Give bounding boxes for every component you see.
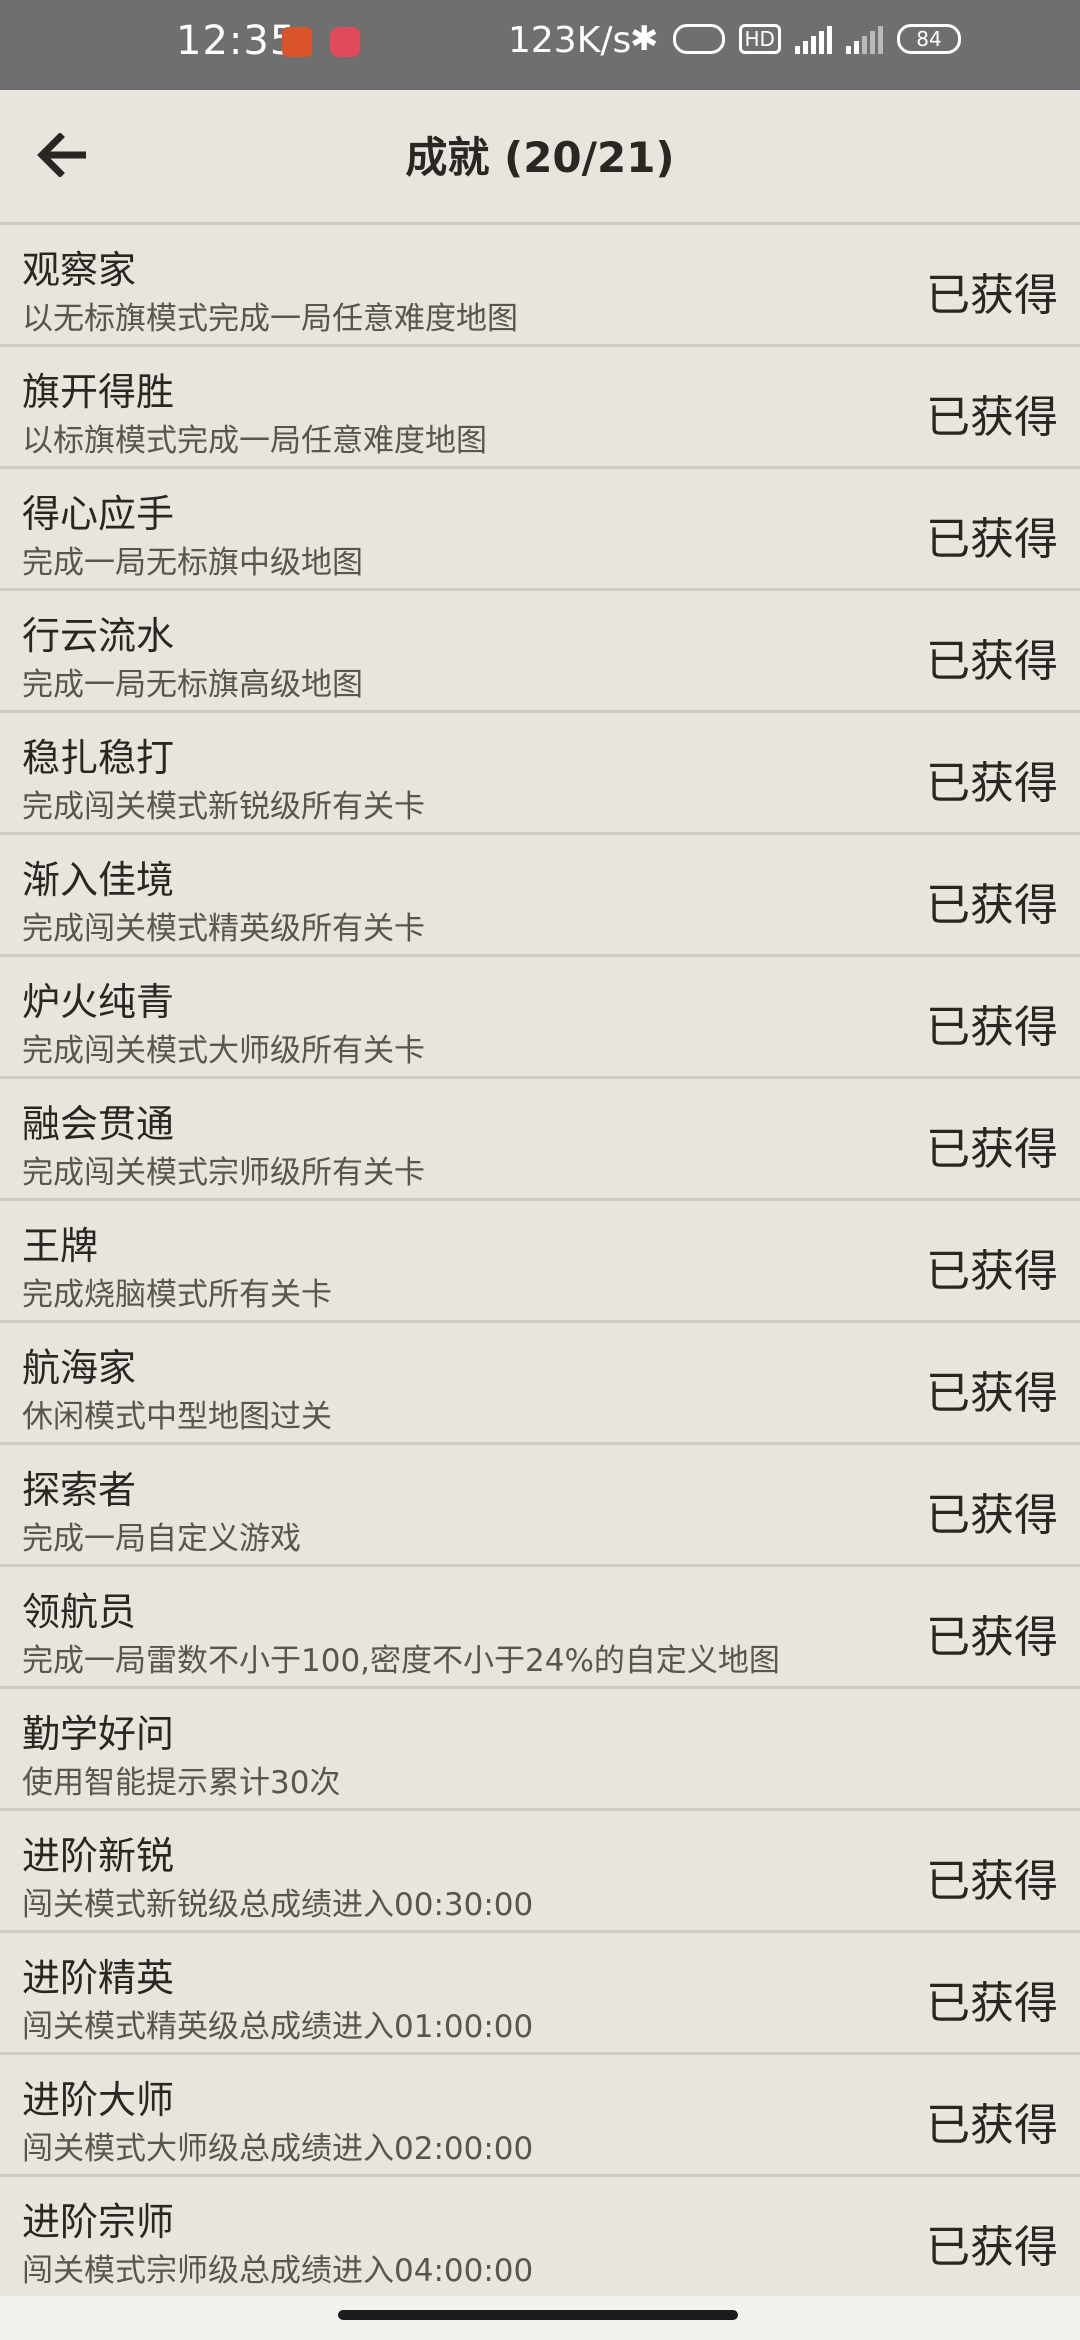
achievement-row: 稳扎稳打完成闯关模式新锐级所有关卡 已获得 bbox=[0, 713, 1080, 835]
status-bar: 12:35 123K/s ✱ HD 84 bbox=[0, 0, 1080, 90]
achievement-list: 观察家 以无标旗模式完成一局任意难度地图 已获得 旗开得胜 以标旗模式完成一局任意难度地… bbox=[0, 225, 1080, 2299]
achievement-description: 以无标旗模式完成一局任意难度地图 bbox=[22, 301, 518, 337]
achievement-description: 使用智能提示累计30次 bbox=[22, 1765, 341, 1801]
achievement-status: 已获得 bbox=[926, 2100, 1058, 2151]
achievement-title: 进阶大师 bbox=[22, 2078, 175, 2122]
achievement-status: 已获得 bbox=[926, 1612, 1058, 1663]
achievement-description: 闯关模式宗师级总成绩进入04:00:00 bbox=[22, 2253, 534, 2289]
achievement-title: 勤学好问 bbox=[22, 1712, 175, 1756]
home-indicator[interactable] bbox=[338, 2310, 738, 2320]
achievement-row: 王牌完成烧脑模式所有关卡 已获得 bbox=[0, 1201, 1080, 1323]
achievement-row: 炉火纯青完成闯关模式大师级所有关卡 已获得 bbox=[0, 957, 1080, 1079]
achievement-title: 进阶新锐 bbox=[22, 1834, 175, 1878]
status-icons: ✱ HD 84 bbox=[630, 22, 961, 56]
achievement-title: 稳扎稳打 bbox=[22, 736, 175, 780]
achievement-title: 进阶宗师 bbox=[22, 2200, 175, 2244]
vibrate-icon bbox=[672, 24, 725, 54]
achievement-row: 勤学好问使用智能提示累计30次 bbox=[0, 1689, 1080, 1811]
achievement-title: 进阶精英 bbox=[22, 1956, 175, 2000]
achievement-description: 以标旗模式完成一局任意难度地图 bbox=[22, 423, 487, 459]
achievement-title: 领航员 bbox=[22, 1590, 137, 1634]
achievement-status: 已获得 bbox=[926, 1978, 1058, 2029]
achievement-description: 完成闯关模式宗师级所有关卡 bbox=[22, 1155, 425, 1191]
achievement-status: 已获得 bbox=[926, 2222, 1058, 2273]
achievement-description: 完成一局雷数不小于100,密度不小于24%的自定义地图 bbox=[22, 1643, 780, 1679]
app-bar: 成就 (20/21) bbox=[0, 90, 1080, 225]
achievement-row: 领航员完成一局雷数不小于100,密度不小于24%的自定义地图 已获得 bbox=[0, 1567, 1080, 1689]
achievement-status: 已获得 bbox=[926, 758, 1058, 809]
achievement-row: 得心应手完成一局无标旗中级地图 已获得 bbox=[0, 469, 1080, 591]
achievement-status: 已获得 bbox=[926, 1368, 1058, 1419]
achievement-row: 行云流水完成一局无标旗高级地图 已获得 bbox=[0, 591, 1080, 713]
achievement-status: 已获得 bbox=[926, 392, 1058, 443]
battery-icon: 84 bbox=[896, 24, 961, 54]
achievement-status: 已获得 bbox=[926, 1490, 1058, 1541]
page-title: 成就 (20/21) bbox=[405, 133, 675, 182]
achievement-row: 航海家休闲模式中型地图过关 已获得 bbox=[0, 1323, 1080, 1445]
achievement-row: 进阶宗师闯关模式宗师级总成绩进入04:00:00 已获得 bbox=[0, 2177, 1080, 2299]
achievement-status: 已获得 bbox=[926, 1246, 1058, 1297]
achievement-title: 融会贯通 bbox=[22, 1102, 175, 1146]
achievement-row: 观察家以无标旗模式完成一局任意难度地图 已获得 bbox=[0, 225, 1080, 347]
achievement-title: 行云流水 bbox=[22, 614, 175, 658]
achievement-title: 渐入佳境 bbox=[22, 858, 175, 902]
achievement-description: 休闲模式中型地图过关 bbox=[22, 1399, 332, 1435]
achievement-title: 炉火纯青 bbox=[22, 980, 175, 1024]
achievement-row: 融会贯通完成闯关模式宗师级所有关卡 已获得 bbox=[0, 1079, 1080, 1201]
achievement-description: 闯关模式大师级总成绩进入02:00:00 bbox=[22, 2131, 534, 2167]
achievement-description: 闯关模式精英级总成绩进入01:00:00 bbox=[22, 2009, 534, 2045]
achievement-status: 已获得 bbox=[926, 1856, 1058, 1907]
network-speed: 123K/s bbox=[508, 20, 632, 61]
achievement-status: 已获得 bbox=[926, 1002, 1058, 1053]
achievement-description: 完成一局自定义游戏 bbox=[22, 1521, 301, 1557]
achievement-title: 王牌 bbox=[22, 1224, 99, 1268]
achievement-row: 进阶新锐闯关模式新锐级总成绩进入00:30:00 已获得 bbox=[0, 1811, 1080, 1933]
achievement-description: 完成闯关模式大师级所有关卡 bbox=[22, 1033, 425, 1069]
achievement-status: 已获得 bbox=[926, 270, 1058, 321]
achievement-title: 探索者 bbox=[22, 1468, 137, 1512]
achievement-description: 完成一局无标旗高级地图 bbox=[22, 667, 363, 703]
achievement-title: 观察家 bbox=[22, 248, 137, 292]
achievement-status: 已获得 bbox=[926, 636, 1058, 687]
signal-5g-icon bbox=[794, 24, 832, 54]
achievement-description: 完成烧脑模式所有关卡 bbox=[22, 1277, 332, 1313]
achievement-title: 旗开得胜 bbox=[22, 370, 175, 414]
hd-icon: HD bbox=[738, 24, 781, 54]
achievement-row: 旗开得胜以标旗模式完成一局任意难度地图 已获得 bbox=[0, 347, 1080, 469]
status-time: 12:35 bbox=[176, 18, 297, 64]
achievement-description: 完成闯关模式精英级所有关卡 bbox=[22, 911, 425, 947]
achievement-status: 已获得 bbox=[926, 514, 1058, 565]
achievement-row: 渐入佳境完成闯关模式精英级所有关卡 已获得 bbox=[0, 835, 1080, 957]
notification-app-icon bbox=[282, 27, 312, 57]
achievement-status: 已获得 bbox=[926, 880, 1058, 931]
bluetooth-icon: ✱ bbox=[630, 19, 659, 59]
achievement-row: 进阶精英闯关模式精英级总成绩进入01:00:00 已获得 bbox=[0, 1933, 1080, 2055]
achievement-description: 闯关模式新锐级总成绩进入00:30:00 bbox=[22, 1887, 534, 1923]
achievement-title: 得心应手 bbox=[22, 492, 175, 536]
achievement-description: 完成一局无标旗中级地图 bbox=[22, 545, 363, 581]
achievement-title: 航海家 bbox=[22, 1346, 137, 1390]
notification-app2-icon bbox=[330, 27, 360, 57]
achievement-row: 进阶大师闯关模式大师级总成绩进入02:00:00 已获得 bbox=[0, 2055, 1080, 2177]
achievement-description: 完成闯关模式新锐级所有关卡 bbox=[22, 789, 425, 825]
achievement-row: 探索者完成一局自定义游戏 已获得 bbox=[0, 1445, 1080, 1567]
signal-4g-icon bbox=[845, 24, 883, 54]
achievement-status: 已获得 bbox=[926, 1124, 1058, 1175]
